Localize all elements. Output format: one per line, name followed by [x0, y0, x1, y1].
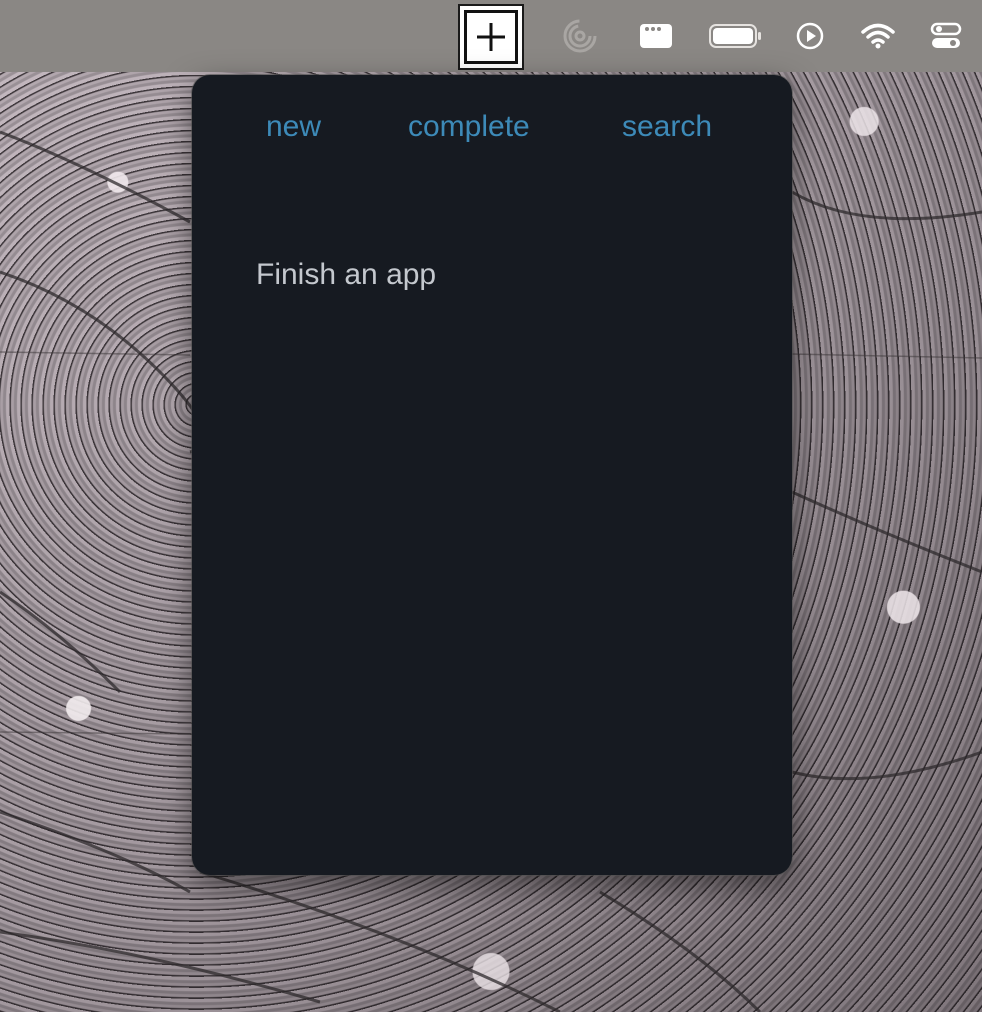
- wifi-icon[interactable]: [858, 0, 898, 72]
- new-link[interactable]: new: [266, 109, 321, 145]
- play-circle-icon[interactable]: [792, 0, 828, 72]
- menu-bar: [0, 0, 982, 72]
- control-center-icon[interactable]: [926, 0, 966, 72]
- todo-item[interactable]: Finish an app: [256, 257, 436, 293]
- window-dots-icon[interactable]: [636, 0, 676, 72]
- activity-rings-icon[interactable]: [560, 0, 600, 72]
- add-todo-menubar-button[interactable]: [458, 4, 524, 70]
- battery-icon[interactable]: [706, 0, 764, 72]
- todo-popover: new complete search Finish an app: [192, 75, 792, 875]
- search-link[interactable]: search: [622, 109, 712, 145]
- complete-link[interactable]: complete: [408, 109, 530, 145]
- plus-icon: [464, 10, 518, 64]
